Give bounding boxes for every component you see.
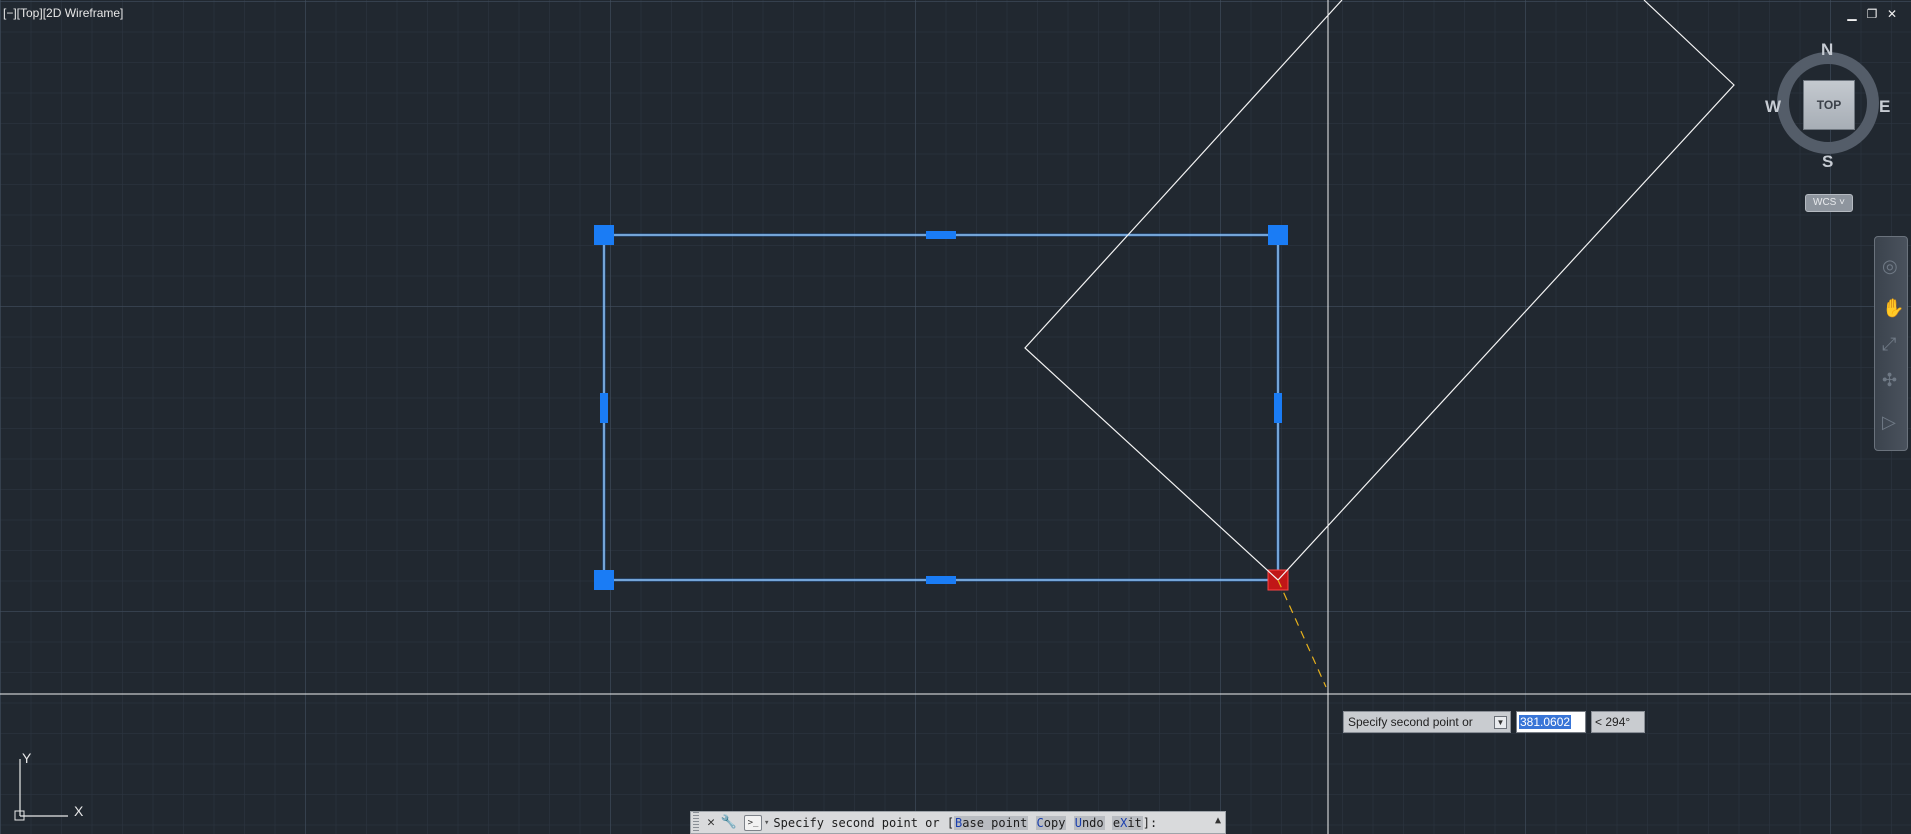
command-line[interactable]: ✕ 🔧 >_ ▾ Specify second point or [Base p…: [690, 811, 1226, 834]
drawing-canvas[interactable]: [0, 0, 1911, 834]
rubber-band-line: [1277, 579, 1327, 688]
option-copy[interactable]: Copy: [1035, 815, 1067, 830]
rotated-preview-outline: [1024, 0, 1735, 581]
steering-wheel-icon[interactable]: ◎: [1882, 257, 1898, 275]
command-history-up-icon[interactable]: ▲: [1215, 815, 1221, 826]
close-command-line-icon[interactable]: ✕: [702, 815, 720, 830]
command-prompt-text[interactable]: Specify second point or [Base point Copy…: [773, 815, 1158, 830]
restore-icon[interactable]: ❐: [1865, 7, 1879, 21]
compass-east[interactable]: E: [1879, 97, 1890, 117]
ucs-x-label: X: [74, 803, 84, 819]
dynamic-prompt: Specify second point or ▼: [1343, 711, 1511, 733]
option-exit[interactable]: eXit: [1111, 815, 1143, 830]
distance-input[interactable]: 381.0602: [1516, 711, 1586, 733]
options-down-arrow-icon[interactable]: ▼: [1494, 716, 1507, 729]
pan-icon[interactable]: ✋: [1882, 299, 1904, 317]
grip-top-left[interactable]: [594, 225, 614, 245]
customize-wrench-icon[interactable]: 🔧: [720, 815, 738, 830]
zoom-icon[interactable]: ⤢: [1882, 335, 1896, 353]
grip-bottom-left[interactable]: [594, 570, 614, 590]
compass-west[interactable]: W: [1765, 97, 1781, 117]
selection-glow: [602, 233, 1280, 582]
command-line-grip[interactable]: [693, 812, 699, 833]
grip-mid-right[interactable]: [1274, 393, 1282, 423]
grip-mid-bottom[interactable]: [926, 576, 956, 584]
ucs-icon: Y X: [14, 750, 84, 821]
ucs-y-label: Y: [22, 750, 32, 766]
selected-rectangle[interactable]: [603, 234, 1279, 581]
grip-mid-top[interactable]: [926, 231, 956, 239]
grip-mid-left[interactable]: [600, 393, 608, 423]
dynamic-input: Specify second point or ▼ 381.0602 < 294…: [1343, 711, 1645, 733]
distance-value[interactable]: 381.0602: [1519, 715, 1572, 729]
drawing-viewport[interactable]: [−][Top][2D Wireframe] ▁ ❐ ✕ TOP N S E W…: [0, 0, 1911, 834]
viewport-window-controls: ▁ ❐ ✕: [1845, 7, 1899, 21]
showmotion-icon[interactable]: ▷: [1882, 413, 1896, 431]
option-base-point[interactable]: Base point: [954, 815, 1029, 830]
close-icon[interactable]: ✕: [1885, 7, 1899, 21]
command-prefix: Specify second point or [: [773, 815, 955, 830]
viewport-controls-label[interactable]: [−][Top][2D Wireframe]: [3, 6, 123, 20]
minimize-icon[interactable]: ▁: [1845, 7, 1859, 21]
compass-south[interactable]: S: [1822, 152, 1833, 172]
dynamic-prompt-text: Specify second point or: [1348, 715, 1473, 729]
angle-field[interactable]: < 294°: [1591, 711, 1645, 733]
viewcube[interactable]: TOP N S E W: [1765, 40, 1891, 171]
command-suffix: ]:: [1142, 815, 1158, 830]
viewcube-top-face[interactable]: TOP: [1803, 80, 1855, 130]
recent-commands-caret-icon[interactable]: ▾: [764, 818, 769, 828]
command-prompt-icon[interactable]: >_: [744, 814, 762, 831]
orbit-icon[interactable]: ✣: [1882, 371, 1897, 389]
wcs-menu-button[interactable]: WCS ˅: [1805, 194, 1853, 212]
navigation-bar: ◎ ✋ ⤢ ✣ ▷: [1874, 236, 1908, 451]
option-undo[interactable]: Undo: [1073, 815, 1105, 830]
grip-top-right[interactable]: [1268, 225, 1288, 245]
compass-north[interactable]: N: [1821, 40, 1833, 60]
